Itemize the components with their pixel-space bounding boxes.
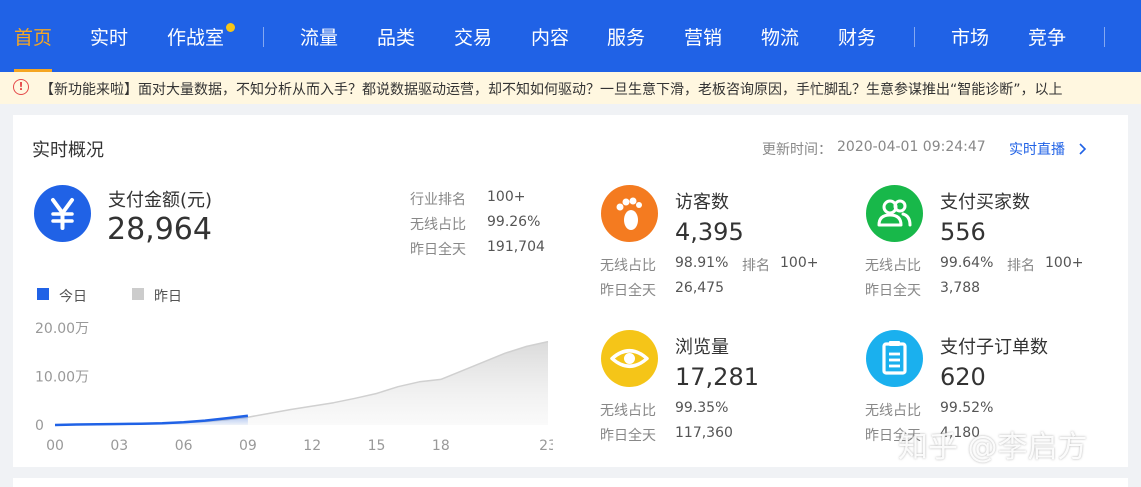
pageviews-yesterday-label: 昨日全天 (600, 428, 656, 444)
eye-icon (601, 330, 658, 387)
buyers-wireless-value: 99.64% (940, 255, 994, 271)
pageviews-value: 17,281 (675, 363, 759, 391)
y-tick-label: 10.00万 (35, 370, 89, 386)
yesterday-series-area (55, 341, 548, 425)
buyers-label: 支付买家数 (940, 192, 1030, 213)
visitors-label: 访客数 (675, 192, 729, 213)
watermark: 知乎 @李启方 (898, 430, 1088, 465)
nav-item-traffic[interactable]: 流量 (300, 0, 338, 72)
footprint-icon (601, 185, 658, 242)
wireless-ratio-value: 99.26% (487, 214, 541, 230)
users-icon (866, 185, 923, 242)
visitors-wireless-value: 98.91% (675, 255, 729, 271)
nav-item-service[interactable]: 服务 (607, 0, 645, 72)
yesterday-total-label: 昨日全天 (410, 242, 466, 258)
update-time-value: 2020-04-01 09:24:47 (837, 139, 986, 155)
legend-today-swatch (37, 288, 49, 300)
top-nav: 首页 实时 作战室 流量 品类 交易 内容 服务 营销 物流 财务 市场 竞争 (0, 0, 1141, 72)
visitors-value: 4,395 (675, 218, 744, 246)
nav-item-logistics[interactable]: 物流 (761, 0, 799, 72)
visitors-wireless-label: 无线占比 (600, 258, 656, 274)
x-tick-label: 12 (303, 438, 321, 454)
nav-item-marketing[interactable]: 营销 (684, 0, 722, 72)
nav-item-home[interactable]: 首页 (14, 0, 53, 72)
y-tick-label: 20.00万 (35, 321, 89, 337)
yen-icon (34, 185, 91, 242)
pageviews-wireless-value: 99.35% (675, 400, 729, 416)
notice-bar[interactable]: ! 【新功能来啦】面对大量数据，不知分析从而入手？都说数据驱动运营，却不知如何驱… (0, 72, 1141, 104)
suborders-label: 支付子订单数 (940, 337, 1048, 358)
realtime-overview-card: 实时概况 更新时间： 2020-04-01 09:24:47 实时直播 支付金额… (13, 115, 1128, 467)
visitors-yesterday-value: 26,475 (675, 280, 724, 296)
industry-rank-label: 行业排名 (410, 192, 466, 208)
nav-divider (1104, 27, 1105, 47)
pageviews-label: 浏览量 (675, 337, 729, 358)
update-time-label: 更新时间： (762, 142, 832, 158)
nav-item-market[interactable]: 市场 (951, 0, 989, 72)
new-badge-dot (226, 23, 235, 32)
visitors-rank-label: 排名 (742, 258, 770, 274)
x-tick-label: 23 (539, 438, 553, 454)
nav-item-war-room[interactable]: 作战室 (167, 0, 224, 72)
warning-icon: ! (13, 79, 29, 95)
suborders-wireless-label: 无线占比 (865, 403, 921, 419)
pay-amount-label: 支付金额(元) (108, 190, 213, 211)
nav-item-trade[interactable]: 交易 (454, 0, 492, 72)
visitors-yesterday-label: 昨日全天 (600, 283, 656, 299)
suborders-wireless-value: 99.52% (940, 400, 994, 416)
industry-rank-value: 100+ (487, 189, 526, 205)
visitors-rank-value: 100+ (780, 255, 819, 271)
nav-item-competition[interactable]: 竞争 (1028, 0, 1066, 72)
nav-divider (914, 27, 915, 47)
legend-today[interactable]: 今日 (59, 286, 87, 306)
nav-item-content[interactable]: 内容 (531, 0, 569, 72)
pageviews-yesterday-value: 117,360 (675, 425, 733, 441)
x-tick-label: 09 (239, 438, 257, 454)
suborders-value: 620 (940, 363, 986, 391)
y-tick-label: 0 (35, 418, 44, 434)
legend-yesterday[interactable]: 昨日 (154, 286, 182, 306)
pay-amount-value: 28,964 (107, 212, 212, 247)
pageviews-wireless-label: 无线占比 (600, 403, 656, 419)
buyers-value: 556 (940, 218, 986, 246)
nav-item-realtime[interactable]: 实时 (90, 0, 128, 72)
buyers-rank-value: 100+ (1045, 255, 1084, 271)
card-title: 实时概况 (32, 140, 104, 161)
nav-divider (263, 27, 264, 47)
wireless-ratio-label: 无线占比 (410, 217, 466, 233)
legend-yesterday-swatch (132, 288, 144, 300)
x-tick-label: 03 (110, 438, 128, 454)
pay-amount-trend-chart[interactable]: 20.00万 10.00万 000 03 06 09 12 15 18 23 (33, 310, 553, 455)
x-tick-label: 18 (432, 438, 450, 454)
live-broadcast-label: 实时直播 (1009, 142, 1065, 158)
buyers-rank-label: 排名 (1007, 258, 1035, 274)
order-list-icon (866, 330, 923, 387)
next-card (13, 478, 1128, 487)
x-tick-label: 06 (175, 438, 193, 454)
live-broadcast-link[interactable]: 实时直播 (1009, 139, 1087, 159)
buyers-yesterday-value: 3,788 (940, 280, 981, 296)
nav-item-category[interactable]: 品类 (377, 0, 415, 72)
x-tick-label: 15 (368, 438, 386, 454)
chevron-right-icon (1079, 143, 1087, 155)
notice-text[interactable]: 【新功能来啦】面对大量数据，不知分析从而入手？都说数据驱动运营，却不知如何驱动？… (40, 79, 1063, 99)
yesterday-total-value: 191,704 (487, 239, 545, 255)
buyers-yesterday-label: 昨日全天 (865, 283, 921, 299)
nav-item-finance[interactable]: 财务 (838, 0, 876, 72)
buyers-wireless-label: 无线占比 (865, 258, 921, 274)
x-tick-label: 00 (46, 438, 64, 454)
